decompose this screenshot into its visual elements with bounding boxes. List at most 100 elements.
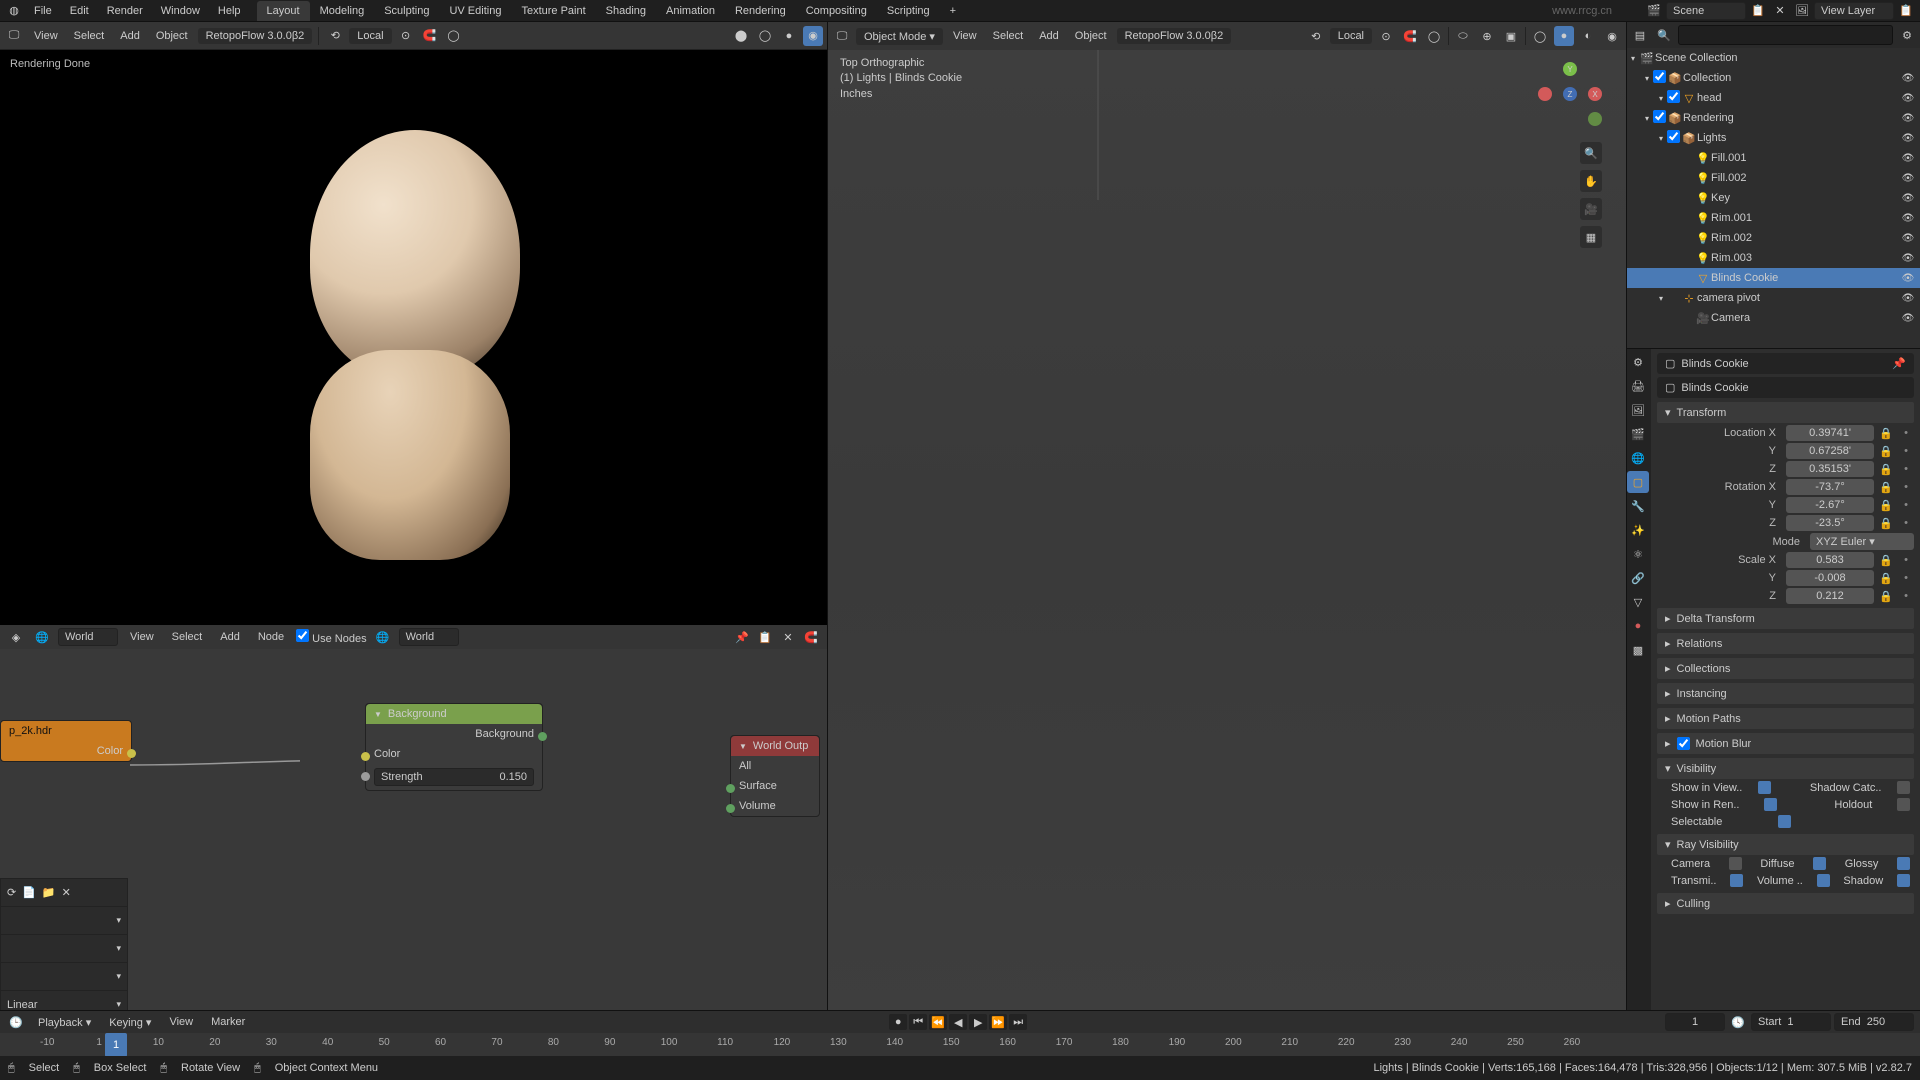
play-rev-icon[interactable]: ◀ xyxy=(949,1014,967,1030)
world-icon[interactable]: 🌐 xyxy=(32,627,52,647)
bg-strength-socket[interactable] xyxy=(361,772,370,781)
outliner-tree[interactable]: ▾🎬Scene Collection ▾📦Collection👁▾▽head👁▾… xyxy=(1627,48,1920,348)
nav-gizmo[interactable]: Y Z X xyxy=(1538,62,1602,126)
outliner-row-lights[interactable]: ▾📦Lights👁 xyxy=(1627,128,1920,148)
panel-collections[interactable]: ▸ Collections xyxy=(1657,658,1914,679)
menu-render[interactable]: Render xyxy=(99,2,151,20)
vp-pivot-icon[interactable]: ⊙ xyxy=(1376,26,1396,46)
jump-end-icon[interactable]: ⏭ xyxy=(1009,1014,1027,1030)
mp-row3[interactable]: ▾ xyxy=(0,934,128,962)
panel-motionpaths[interactable]: ▸ Motion Paths xyxy=(1657,708,1914,729)
shade-solid-icon[interactable]: ● xyxy=(1554,26,1574,46)
location-val-1[interactable]: 0.67258' xyxy=(1786,443,1874,459)
tl-keying[interactable]: Keying ▾ xyxy=(103,1013,157,1032)
menu-edit[interactable]: Edit xyxy=(62,2,97,20)
rv-view[interactable]: View xyxy=(28,27,64,45)
node-hdr[interactable]: p_2k.hdr Color xyxy=(0,720,132,762)
mode-selector[interactable]: Object Mode ▾ xyxy=(856,28,943,45)
outliner-row-rendering[interactable]: ▾📦Rendering👁 xyxy=(1627,108,1920,128)
copy-icon[interactable]: 📋 xyxy=(755,627,775,647)
pan-icon[interactable]: ✋ xyxy=(1580,170,1602,192)
prop-tab-constraint[interactable]: 🔗 xyxy=(1627,567,1649,589)
hdr-color-socket[interactable] xyxy=(127,749,136,758)
vis-0-a[interactable] xyxy=(1758,781,1771,794)
bg-out-socket[interactable] xyxy=(538,732,547,741)
prop-tab-world[interactable]: 🌐 xyxy=(1627,447,1649,469)
new-scene-icon[interactable]: 📋 xyxy=(1748,1,1768,21)
outliner-row-fill-002[interactable]: 💡Fill.002👁 xyxy=(1627,168,1920,188)
properties-body[interactable]: ▢ Blinds Cookie📌 ▢ Blinds Cookie ▾ Trans… xyxy=(1651,349,1920,1056)
ne-add[interactable]: Add xyxy=(214,629,246,645)
jump-start-icon[interactable]: ⏮ xyxy=(909,1014,927,1030)
autokey-icon[interactable]: ● xyxy=(889,1014,907,1030)
rv-select[interactable]: Select xyxy=(68,27,111,45)
node-editor[interactable]: ◈ 🌐 World View Select Add Node Use Nodes… xyxy=(0,625,827,1056)
node-world[interactable]: World xyxy=(58,628,118,646)
orient-mode[interactable]: Local xyxy=(349,28,391,44)
prop-tab-texture[interactable]: ▩ xyxy=(1627,639,1649,661)
tab-texture[interactable]: Texture Paint xyxy=(511,1,595,21)
editor-type-icon[interactable]: 🖵 xyxy=(4,26,24,46)
outliner-row-collection[interactable]: ▾📦Collection👁 xyxy=(1627,68,1920,88)
shading-flat-icon[interactable]: ⬤ xyxy=(731,26,751,46)
bg-color-socket[interactable] xyxy=(361,752,370,761)
tab-anim[interactable]: Animation xyxy=(656,1,725,21)
rotation-mode[interactable]: XYZ Euler ▾ xyxy=(1810,533,1914,550)
next-key-icon[interactable]: ⏩ xyxy=(989,1014,1007,1030)
panel-instancing[interactable]: ▸ Instancing xyxy=(1657,683,1914,704)
scope-field[interactable]: World xyxy=(399,628,459,646)
menu-window[interactable]: Window xyxy=(153,2,208,20)
gizmo-y-icon[interactable]: Y xyxy=(1563,62,1577,76)
vp-prop-icon[interactable]: ◯ xyxy=(1424,26,1444,46)
rv-addon[interactable]: RetopoFlow 3.0.0β2 xyxy=(198,28,313,44)
bg-strength-field[interactable]: Strength 0.150 xyxy=(374,768,534,786)
filter-icon[interactable]: ⚙ xyxy=(1897,25,1917,45)
ray-1-0[interactable] xyxy=(1730,874,1743,887)
snap-icon[interactable]: 🧲 xyxy=(420,26,440,46)
rotation-val-0[interactable]: -73.7° xyxy=(1786,479,1874,495)
outliner-row-head[interactable]: ▾▽head👁 xyxy=(1627,88,1920,108)
mp-refresh-icon[interactable]: ⟳ xyxy=(7,886,16,899)
start-frame[interactable]: Start 1 xyxy=(1751,1013,1831,1031)
outliner-row-camera-pivot[interactable]: ▾⊹camera pivot👁 xyxy=(1627,288,1920,308)
outliner-row-rim-002[interactable]: 💡Rim.002👁 xyxy=(1627,228,1920,248)
prop-tab-object[interactable]: ▢ xyxy=(1627,471,1649,493)
ne-select[interactable]: Select xyxy=(166,629,209,645)
panel-motionblur[interactable]: ▸ Motion Blur xyxy=(1657,733,1914,754)
vp-editor-icon[interactable]: 🖵 xyxy=(832,26,852,46)
node-world-output[interactable]: ▼World Outp All Surface Volume xyxy=(730,735,820,817)
prop-tab-modifier[interactable]: 🔧 xyxy=(1627,495,1649,517)
gizmo-z-icon[interactable]: Z xyxy=(1563,87,1577,101)
vp-snap-icon[interactable]: 🧲 xyxy=(1400,26,1420,46)
mp-open-icon[interactable]: 📁 xyxy=(42,886,56,899)
prop-tab-data[interactable]: ▽ xyxy=(1627,591,1649,613)
wo-surface-socket[interactable] xyxy=(726,784,735,793)
tab-add-workspace[interactable]: + xyxy=(940,1,966,21)
node-background[interactable]: ▼Background Background Color Strength 0.… xyxy=(365,703,543,791)
mp-row4[interactable]: ▾ xyxy=(0,962,128,990)
prev-key-icon[interactable]: ⏪ xyxy=(929,1014,947,1030)
vp-object[interactable]: Object xyxy=(1069,27,1113,45)
shading-render-icon[interactable]: ◉ xyxy=(803,26,823,46)
current-frame[interactable]: 1 xyxy=(1665,1013,1725,1031)
gizmo-neg-icon[interactable] xyxy=(1538,87,1552,101)
prop-tab-output[interactable]: 🖨 xyxy=(1627,375,1649,397)
use-nodes-check[interactable] xyxy=(296,629,309,642)
outliner-row-blinds-cookie[interactable]: ▽Blinds Cookie👁 xyxy=(1627,268,1920,288)
panel-culling[interactable]: ▸ Culling xyxy=(1657,893,1914,914)
panel-delta[interactable]: ▸ Delta Transform xyxy=(1657,608,1914,629)
close-icon[interactable]: ✕ xyxy=(778,627,798,647)
preview-range-icon[interactable]: 🕓 xyxy=(1728,1012,1748,1032)
zoom-icon[interactable]: 🔍 xyxy=(1580,142,1602,164)
persp-icon[interactable]: ▦ xyxy=(1580,226,1602,248)
prop-tab-scene[interactable]: 🎬 xyxy=(1627,423,1649,445)
vis-2-a[interactable] xyxy=(1778,815,1791,828)
vp-select[interactable]: Select xyxy=(987,27,1030,45)
orient-icon[interactable]: ⟲ xyxy=(325,26,345,46)
gizmo-negy-icon[interactable] xyxy=(1588,112,1602,126)
mp-close-icon[interactable]: ✕ xyxy=(62,886,71,899)
tab-layout[interactable]: Layout xyxy=(257,1,310,21)
datablock-name[interactable]: ▢ Blinds Cookie xyxy=(1657,377,1914,398)
vp-view[interactable]: View xyxy=(947,27,983,45)
tab-shading[interactable]: Shading xyxy=(596,1,656,21)
